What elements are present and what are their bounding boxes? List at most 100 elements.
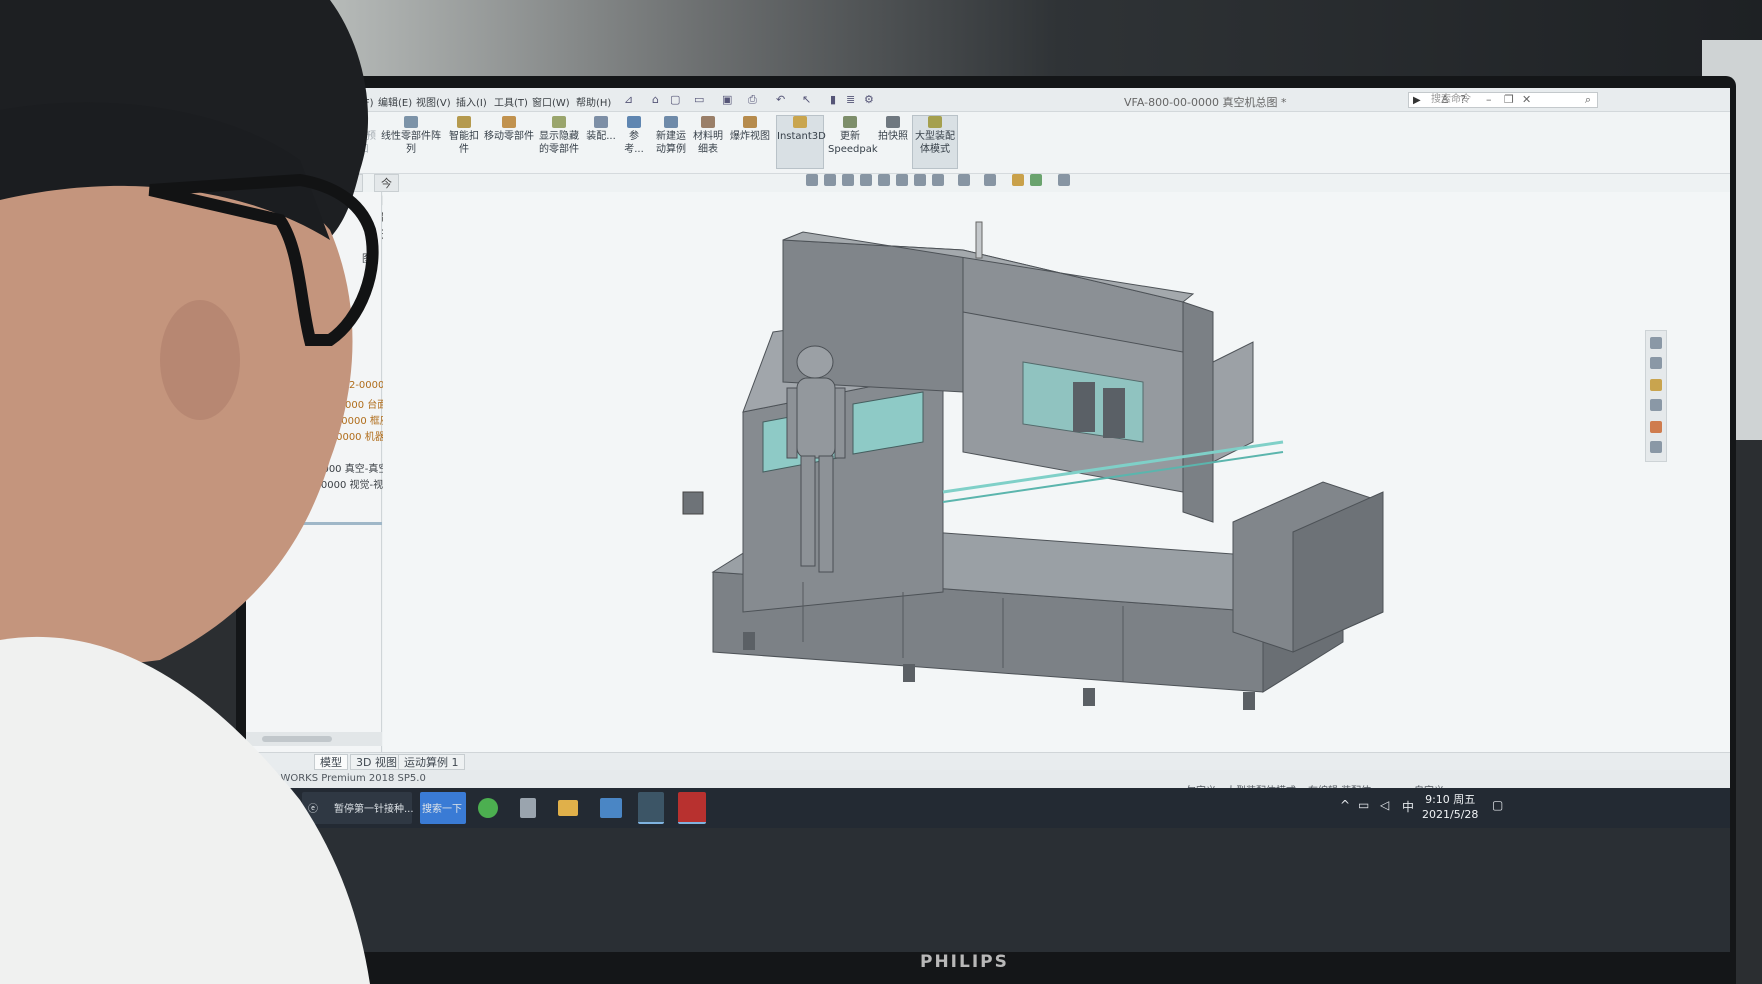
rebuild-icon[interactable]: ▮ (830, 94, 842, 106)
appearances-icon[interactable] (1650, 421, 1662, 433)
display-style-icon[interactable] (914, 174, 926, 186)
tray-expand-icon[interactable]: ^ (1340, 798, 1350, 812)
tree-item[interactable]: VFA-800-02-0000 (298, 380, 384, 391)
monitor-brand-logo: PHILIPS (920, 952, 1009, 972)
tree-item[interactable]: FA-800-06-0000 真空-真空 (262, 460, 388, 475)
menu-file[interactable]: 文件(F) (340, 94, 374, 109)
window-title: VFA-800-00-0000 真空机总图 * (1124, 96, 1287, 109)
undo-icon[interactable]: ↶ (776, 94, 788, 106)
move-component-icon (502, 116, 516, 128)
network-icon[interactable]: ▭ (1358, 798, 1369, 812)
app-pinwheel-icon[interactable] (600, 798, 622, 818)
taskbar-clock[interactable]: 9:10 周五 2021/5/28 (1422, 792, 1478, 822)
menu-insert[interactable]: 插入(I) (456, 94, 487, 109)
ribbon-button-smart-fastener[interactable]: 智能扣 件 (448, 116, 480, 156)
start-icon[interactable]: ✿ (274, 792, 296, 824)
home-icon[interactable]: ⌂ (652, 94, 664, 106)
tree-item[interactable]: 配合 (254, 492, 274, 507)
tab-manufacture-today[interactable]: 今日制造 (374, 174, 399, 241)
hide-show-items-icon[interactable] (932, 174, 944, 186)
scene-icon[interactable] (1030, 174, 1042, 186)
ime-indicator[interactable]: 中 (1402, 798, 1414, 815)
ribbon-button-move-component[interactable]: 移动零部件 (484, 116, 534, 143)
tree-item[interactable]: VFA-800-05-0000 视觉-视觉 (260, 476, 393, 491)
zoom-to-fit-icon[interactable] (806, 174, 818, 186)
zoom-area-icon[interactable] (824, 174, 836, 186)
ribbon-button-linear-pattern[interactable]: 线性零部件阵列 (378, 116, 444, 156)
ribbon-button-instant3d[interactable]: Instant3D (776, 115, 826, 169)
file-explorer-icon[interactable] (1650, 379, 1662, 391)
monitor-screen: 文件(F) 编辑(E) 视图(V) 插入(I) 工具(T) 窗口(W) 帮助(H… (246, 88, 1730, 952)
user-icon[interactable]: ♙ (1440, 93, 1450, 106)
exploded-view-icon (743, 116, 757, 128)
tab-3d-view[interactable]: 3D 视图 (350, 754, 403, 770)
file-explorer-folder-icon[interactable] (558, 800, 578, 816)
view-settings-icon[interactable] (1058, 174, 1070, 186)
appearance-ball-icon[interactable] (1012, 174, 1024, 186)
save-icon[interactable]: ▣ (722, 94, 734, 106)
pin-icon[interactable]: ⊿ (624, 94, 636, 106)
section-view-icon[interactable] (860, 174, 872, 186)
close-icon[interactable]: ✕ (1522, 93, 1531, 106)
ribbon-button-large-assembly-mode[interactable]: 大型装配 体模式 (912, 115, 958, 169)
tree-item[interactable]: 工人<1> (270, 444, 313, 459)
tree-divider (246, 522, 382, 525)
ribbon-button-exploded-view[interactable]: 爆炸视图 (728, 116, 772, 143)
chrome-icon[interactable] (638, 792, 664, 824)
open-folder-icon[interactable]: ▭ (694, 94, 706, 106)
design-library-icon[interactable] (1650, 357, 1662, 369)
menu-window[interactable]: 窗口(W) (532, 94, 570, 109)
options-gear-icon[interactable]: ⚙ (864, 94, 876, 106)
edit-appearance-icon[interactable] (958, 174, 970, 186)
solidworks-taskbar-icon[interactable] (678, 792, 706, 824)
browser-360-icon[interactable] (478, 798, 498, 818)
ribbon-button-assembly-feature[interactable]: 装配... (586, 116, 616, 143)
ribbon-button-new-motion-study[interactable]: 新建运 动算例 (654, 116, 688, 156)
clock-time: 9:10 周五 (1425, 793, 1476, 806)
select-icon[interactable]: ↖ (802, 94, 814, 106)
graphics-viewport[interactable] (383, 192, 1730, 817)
solidworks-resources-icon[interactable] (1650, 337, 1662, 349)
new-document-icon[interactable]: ▢ (670, 94, 682, 106)
windows-taskbar: ✿ ⓔ 暂停第一针接种... 搜索一下 ^ ▭ ◁ 中 9:10 周五 2021… (246, 788, 1730, 828)
dynamic-annotation-icon[interactable] (878, 174, 890, 186)
volume-muted-icon[interactable]: ◁ (1380, 798, 1389, 812)
search-icon[interactable]: ⌕ (1585, 93, 1591, 107)
ribbon-button-update-speedpak[interactable]: 更新 Speedpak (828, 116, 878, 156)
bottom-tab-bar: 模型 3D 视图 运动算例 1 (246, 752, 1730, 770)
camera-icon (886, 116, 900, 128)
view-palette-icon[interactable] (1650, 399, 1662, 411)
tab-model[interactable]: 模型 (314, 754, 348, 770)
assembly-model-render[interactable] (383, 192, 1730, 752)
tree-item[interactable]: FA-800-04-0000 机器-钅 (282, 428, 398, 443)
ribbon-button-show-hidden[interactable]: 显示隐藏 的零部件 (538, 116, 580, 156)
apply-scene-icon[interactable] (984, 174, 996, 186)
tree-item[interactable]: 图 ( (362, 250, 379, 265)
calculator-icon[interactable] (520, 798, 536, 818)
menu-view[interactable]: 视图(V) (416, 94, 451, 109)
print-icon[interactable]: ⎙ (748, 94, 760, 106)
scrollbar-thumb[interactable] (262, 736, 332, 742)
tab-evaluate[interactable]: 评估 (338, 174, 363, 207)
previous-view-icon[interactable] (842, 174, 854, 186)
ribbon-button-preview-window[interactable]: 零部件预 览窗口 (336, 116, 376, 156)
tab-motion-study[interactable]: 运动算例 1 (398, 754, 465, 770)
restore-icon[interactable]: ❐ (1504, 93, 1514, 106)
tree-item[interactable]: 草图1 (254, 508, 280, 523)
menu-help[interactable]: 帮助(H) (576, 94, 611, 109)
command-search-input[interactable]: ▶ 搜索命令 ⌕ (1408, 92, 1598, 108)
custom-properties-icon[interactable] (1650, 441, 1662, 453)
file-properties-icon[interactable]: ≣ (846, 94, 858, 106)
ribbon-button-take-snapshot[interactable]: 拍快照 (876, 116, 910, 143)
view-orientation-icon[interactable] (896, 174, 908, 186)
menu-edit[interactable]: 编辑(E) (378, 94, 412, 109)
ribbon-button-mate[interactable]: 配合 (310, 116, 334, 143)
menu-tools[interactable]: 工具(T) (494, 94, 528, 109)
ribbon-button-bill-of-materials[interactable]: 材料明 细表 (692, 116, 724, 156)
notification-center-icon[interactable]: ▢ (1492, 798, 1503, 812)
menu-bar: 文件(F) 编辑(E) 视图(V) 插入(I) 工具(T) 窗口(W) 帮助(H… (246, 88, 1730, 112)
tree-horizontal-scrollbar[interactable] (246, 732, 382, 746)
minimize-icon[interactable]: – (1486, 93, 1492, 106)
ribbon-button-reference-geometry[interactable]: 参考... (620, 116, 648, 156)
help-icon[interactable]: ? (1460, 93, 1466, 106)
